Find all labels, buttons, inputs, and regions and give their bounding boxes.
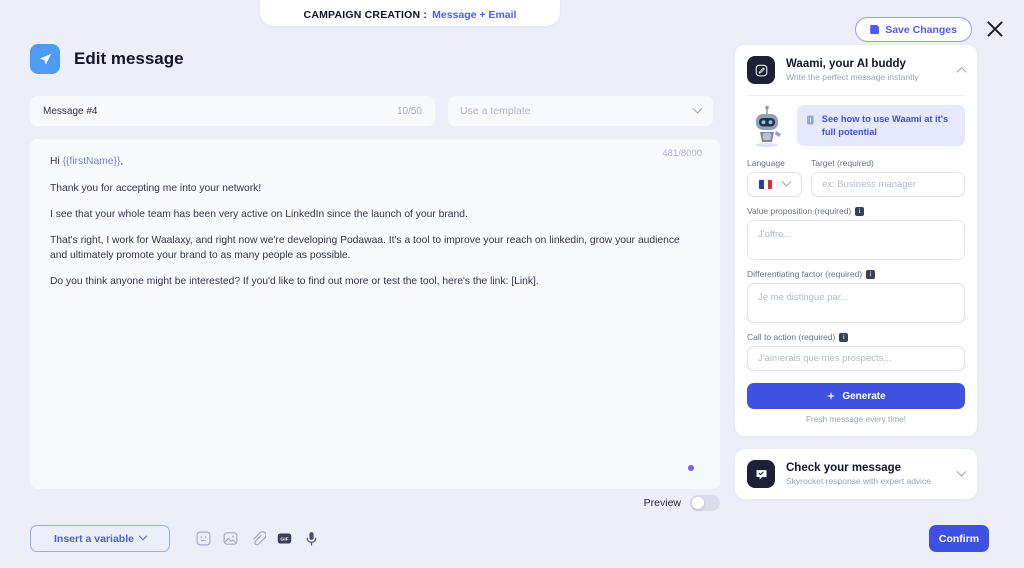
chevron-down-icon: [781, 176, 792, 187]
attachment-icon[interactable]: [249, 530, 267, 547]
confirm-label: Confirm: [938, 532, 980, 545]
editor-header: Edit message: [30, 40, 720, 78]
template-select[interactable]: Use a template: [448, 96, 713, 126]
preview-label: Preview: [643, 497, 681, 509]
save-disk-icon: [870, 25, 880, 34]
message-line-1: Hi {{firstName}},: [50, 155, 695, 170]
flag-france-icon: [759, 180, 773, 189]
save-changes-button[interactable]: Save Changes: [855, 17, 972, 42]
waami-form: See how to use Waami at it's full potent…: [735, 96, 977, 436]
campaign-type-value: Message + Email: [432, 9, 517, 21]
assistant-column: Waami, your AI buddy Write the perfect m…: [735, 45, 977, 499]
close-icon[interactable]: [984, 18, 1006, 40]
toolbar-icon-row: GIF: [195, 530, 320, 547]
message-line-5: Do you think anyone might be interested?…: [50, 275, 539, 287]
cursor-indicator-dot: [688, 465, 694, 471]
chevron-down-icon: [138, 531, 148, 540]
message-line-2: Thank you for accepting me into your net…: [50, 182, 262, 194]
message-meta-row: Message #4 10/50 Use a template: [30, 96, 720, 126]
compose-icon: [747, 56, 775, 84]
value-proposition-label: Value proposition (required) i: [747, 206, 965, 216]
variable-token: {{firstName}}: [62, 156, 121, 167]
differentiating-factor-input[interactable]: Je me distingue par...: [747, 283, 965, 323]
waami-card: Waami, your AI buddy Write the perfect m…: [735, 45, 977, 436]
generate-note: Fresh message every time!: [805, 414, 907, 424]
differentiating-factor-placeholder: Je me distingue par...: [758, 292, 849, 303]
generate-button[interactable]: Generate: [747, 383, 965, 409]
waami-card-header[interactable]: Waami, your AI buddy Write the perfect m…: [735, 45, 977, 95]
message-line-4: That's right, I work for Waalaxy, and ri…: [50, 234, 680, 261]
check-message-title: Check your message: [786, 462, 902, 474]
message-line-3: I see that your whole team has been very…: [50, 208, 468, 220]
info-book-icon: [807, 115, 814, 125]
waami-intro-row: See how to use Waami at it's full potent…: [747, 96, 965, 149]
insert-variable-label: Insert a variable: [54, 532, 134, 545]
chevron-up-icon[interactable]: [956, 66, 967, 77]
character-counter: 481/8000: [662, 148, 702, 159]
send-icon: [30, 44, 60, 74]
target-input[interactable]: ex: Business manager: [811, 172, 965, 197]
value-proposition-input[interactable]: J'offre...: [747, 220, 965, 260]
line1-prefix: Hi: [50, 156, 63, 167]
line1-suffix: ,: [120, 156, 124, 167]
campaign-creation-label: CAMPAIGN CREATION :: [303, 9, 428, 21]
message-textarea[interactable]: 481/8000 Hi {{firstName}}, Thank you for…: [30, 139, 720, 489]
waami-help-text: See how to use Waami at it's full potent…: [821, 114, 949, 137]
chevron-down-icon: [692, 103, 703, 114]
target-label: Target (required): [811, 158, 874, 168]
sparkle-icon: [827, 391, 836, 401]
waami-subtitle: Write the perfect message instantly: [786, 72, 919, 82]
microphone-icon[interactable]: [303, 530, 320, 547]
gif-icon[interactable]: GIF: [276, 530, 293, 547]
template-placeholder: Use a template: [460, 105, 531, 117]
chat-check-icon: [747, 460, 775, 488]
waami-title: Waami, your AI buddy: [786, 58, 906, 70]
toggle-knob: [692, 497, 704, 509]
confirm-button[interactable]: Confirm: [929, 525, 989, 552]
image-icon[interactable]: [222, 530, 239, 547]
save-changes-label: Save Changes: [885, 23, 957, 36]
info-icon[interactable]: i: [866, 269, 876, 279]
robot-avatar-icon: [756, 105, 781, 148]
preview-toggle[interactable]: [690, 495, 720, 511]
value-proposition-placeholder: J'offre...: [758, 229, 792, 240]
call-to-action-label: Call to action (required) i: [747, 332, 965, 342]
language-label: Language: [747, 158, 785, 168]
emoji-icon[interactable]: [195, 530, 212, 547]
value-proposition-label-text: Value proposition (required): [747, 206, 852, 216]
waami-help-banner[interactable]: See how to use Waami at it's full potent…: [797, 105, 965, 147]
call-to-action-label-text: Call to action (required): [747, 332, 836, 342]
check-message-header[interactable]: Check your message Skyrocket response wi…: [735, 449, 977, 499]
call-to-action-placeholder: J'aimerais que mes prospects...: [758, 353, 892, 364]
app-root: CAMPAIGN CREATION : Message + Email Save…: [0, 0, 1024, 568]
svg-text:GIF: GIF: [280, 536, 288, 542]
target-group: Target (required) ex: Business manager: [811, 149, 965, 197]
message-name-value: Message #4: [43, 105, 98, 117]
check-message-card[interactable]: Check your message Skyrocket response wi…: [735, 449, 977, 499]
info-icon[interactable]: i: [839, 332, 849, 342]
generate-label: Generate: [842, 390, 886, 402]
chevron-down-icon[interactable]: [956, 466, 967, 477]
campaign-creation-tab[interactable]: CAMPAIGN CREATION : Message + Email: [260, 0, 560, 26]
differentiating-factor-label-text: Differentiating factor (required): [747, 269, 863, 279]
call-to-action-input[interactable]: J'aimerais que mes prospects...: [747, 346, 965, 371]
differentiating-factor-label: Differentiating factor (required) i: [747, 269, 965, 279]
language-select[interactable]: [747, 172, 802, 197]
target-placeholder: ex: Business manager: [822, 179, 916, 190]
editor-toolbar: Insert a variable GIF: [30, 525, 320, 552]
page-title: Edit message: [74, 49, 184, 68]
message-name-input[interactable]: Message #4 10/50: [30, 96, 435, 126]
preview-toggle-group: Preview: [30, 495, 720, 511]
language-group: Language: [747, 149, 802, 197]
editor-column: Edit message Message #4 10/50 Use a temp…: [30, 40, 720, 489]
language-target-row: Language Target (required) ex: Business …: [747, 149, 965, 197]
insert-variable-button[interactable]: Insert a variable: [30, 525, 170, 552]
message-name-counter: 10/50: [396, 105, 422, 117]
check-message-subtitle: Skyrocket response with expert advice: [786, 476, 932, 486]
info-icon[interactable]: i: [855, 206, 865, 216]
